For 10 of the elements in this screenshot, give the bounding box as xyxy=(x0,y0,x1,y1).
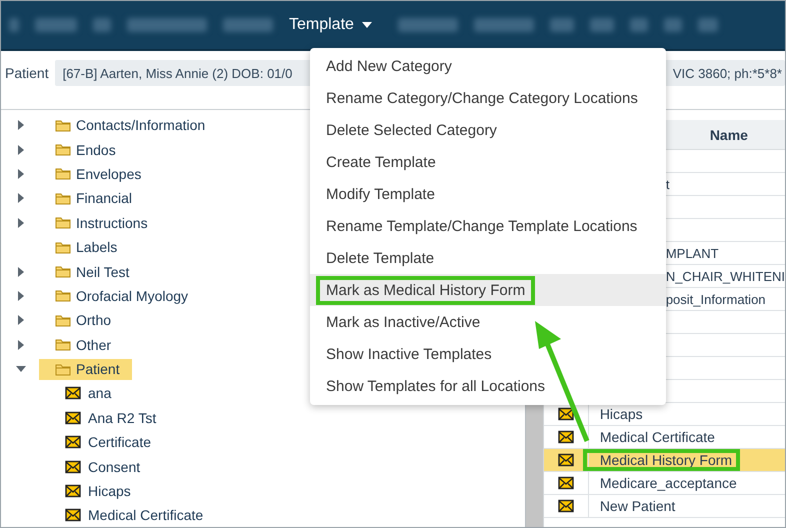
table-cell: Hicaps xyxy=(600,406,643,422)
table-cell: Medicare_acceptance xyxy=(600,475,737,491)
table-cell: Medical Certificate xyxy=(600,429,715,445)
table-cell: New Patient xyxy=(600,498,676,514)
table-cell: posit_Information xyxy=(666,292,766,306)
table-cell: t xyxy=(666,176,670,192)
patient-label: Patient xyxy=(5,65,49,81)
table-cell: N_CHAIR_WHITENI xyxy=(666,268,785,284)
table-cell: Medical History Form xyxy=(600,452,732,468)
table-cell: MPLANT xyxy=(666,246,719,260)
